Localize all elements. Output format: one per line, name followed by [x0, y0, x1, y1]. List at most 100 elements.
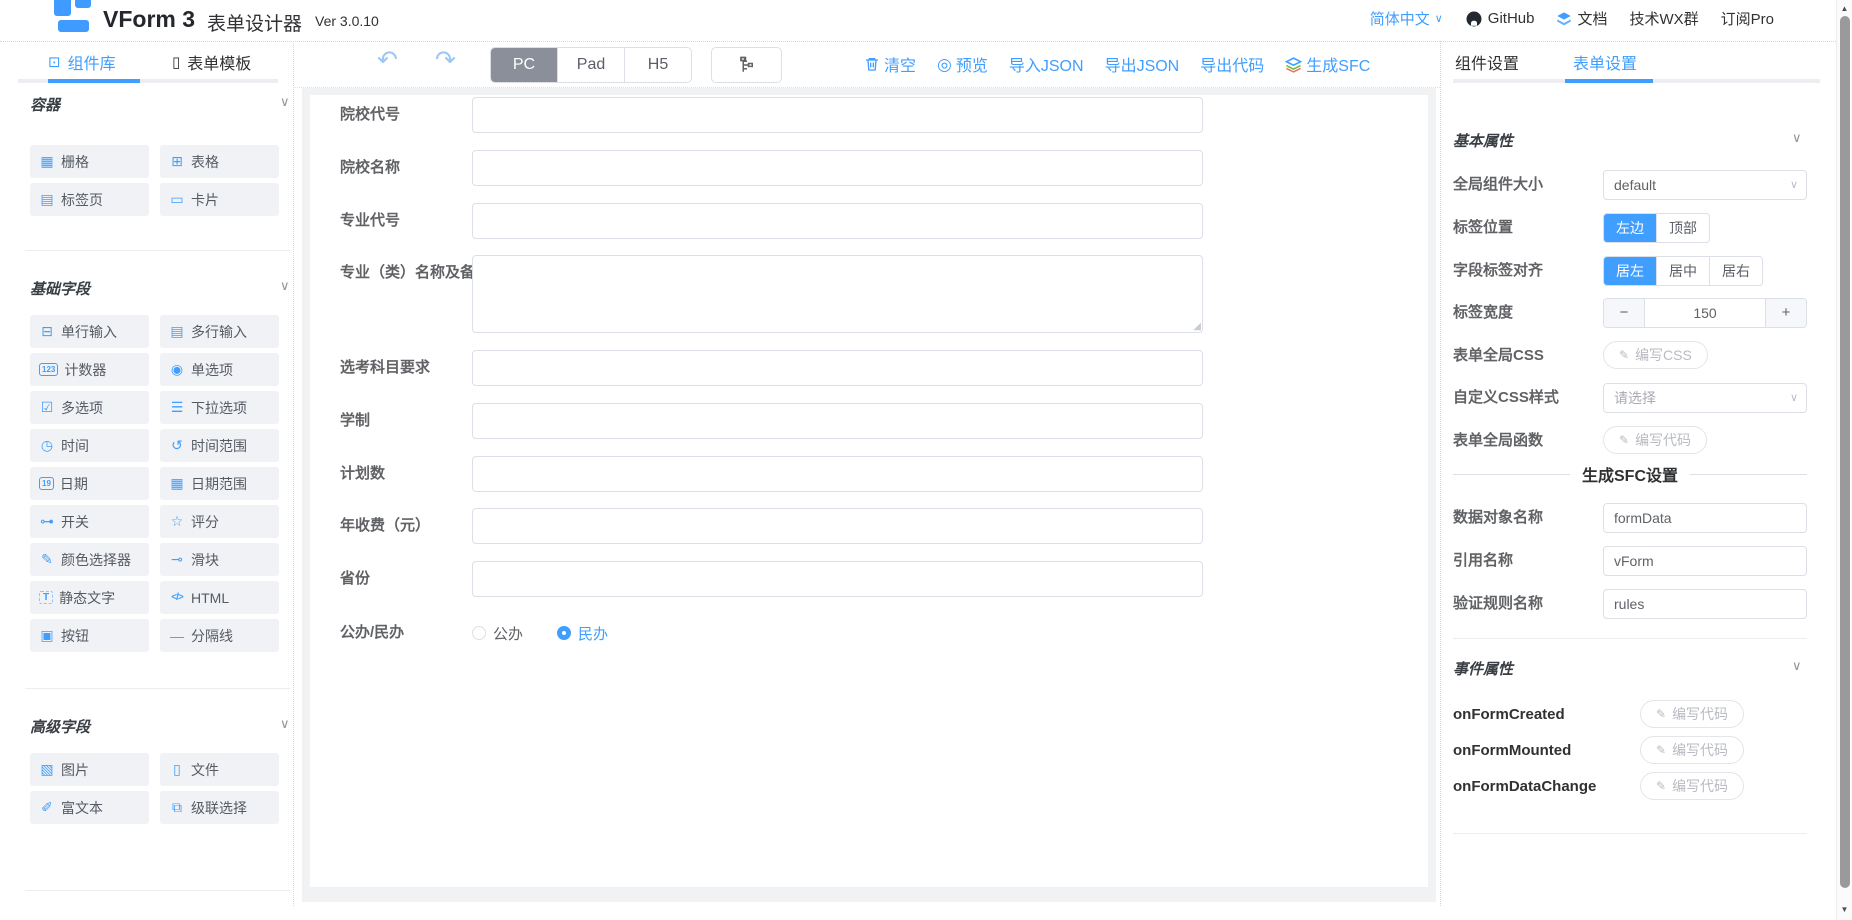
- stepper-value[interactable]: 150: [1645, 299, 1765, 327]
- field-input-province[interactable]: [472, 561, 1203, 597]
- scroll-down-icon[interactable]: ▼: [1837, 905, 1852, 914]
- tab-widget-settings[interactable]: 组件设置: [1455, 50, 1519, 74]
- clear-button[interactable]: 清空: [864, 52, 916, 76]
- widget-time[interactable]: ◷时间: [30, 429, 149, 462]
- align-center-button[interactable]: 居中: [1656, 257, 1709, 285]
- widget-rich-editor[interactable]: ✐富文本: [30, 791, 149, 824]
- radio-option-private[interactable]: 民办: [557, 623, 608, 644]
- widget-static-text[interactable]: T静态文字: [30, 581, 149, 614]
- chevron-down-icon[interactable]: ∨: [280, 94, 290, 110]
- chevron-down-icon[interactable]: ∨: [1792, 658, 1802, 674]
- slider-icon: ⊸: [169, 551, 185, 568]
- preview-button[interactable]: ◎ 预览: [937, 52, 988, 76]
- export-json-button[interactable]: 导出JSON: [1105, 52, 1180, 76]
- page-scrollbar[interactable]: ▲ ▼: [1836, 0, 1852, 920]
- language-select[interactable]: 简体中文 ∨: [1370, 8, 1443, 29]
- rules-name-input[interactable]: rules: [1603, 589, 1807, 619]
- toolbar-actions: 清空 ◎ 预览 导入JSON 导出JSON 导出代码 生成SFC: [864, 52, 1370, 76]
- edit-css-button[interactable]: ✎ 编写CSS: [1603, 341, 1708, 369]
- widget-slider[interactable]: ⊸滑块: [160, 543, 279, 576]
- chevron-down-icon[interactable]: ∨: [280, 278, 290, 294]
- global-size-select[interactable]: default ∨: [1603, 170, 1807, 200]
- sfc-settings-divider: 生成SFC设置: [1453, 462, 1807, 486]
- widget-cascader[interactable]: ⧉级联选择: [160, 791, 279, 824]
- radio-option-public[interactable]: 公办: [472, 623, 523, 644]
- prop-label: 引用名称: [1453, 546, 1513, 576]
- subscribe-pro-link[interactable]: 订阅Pro: [1721, 8, 1774, 29]
- chevron-down-icon[interactable]: ∨: [1792, 130, 1802, 146]
- align-left-button[interactable]: 居左: [1604, 257, 1656, 285]
- redo-icon[interactable]: ↷: [435, 48, 456, 73]
- device-pc-button[interactable]: PC: [491, 48, 557, 82]
- widget-date-range[interactable]: ▦日期范围: [160, 467, 279, 500]
- widget-color-picker[interactable]: ✎颜色选择器: [30, 543, 149, 576]
- label-position-top[interactable]: 顶部: [1656, 214, 1709, 242]
- data-object-name-input[interactable]: formData: [1603, 503, 1807, 533]
- import-json-button[interactable]: 导入JSON: [1009, 52, 1084, 76]
- field-label: 专业（类）名称及备注: [340, 255, 470, 291]
- wx-group-link[interactable]: 技术WX群: [1629, 8, 1698, 29]
- widget-table[interactable]: ⊞表格: [160, 145, 279, 178]
- widget-radio[interactable]: ◉单选项: [160, 353, 279, 386]
- widget-picture-upload[interactable]: ▧图片: [30, 753, 149, 786]
- trash-icon: [864, 56, 880, 72]
- stepper-decrease-button[interactable]: −: [1604, 299, 1645, 327]
- docs-link[interactable]: 文档: [1556, 8, 1607, 29]
- static-text-icon: T: [39, 591, 53, 604]
- widget-file-upload[interactable]: ▯文件: [160, 753, 279, 786]
- field-input-subject-requirement[interactable]: [472, 350, 1203, 386]
- widget-number[interactable]: 123计数器: [30, 353, 149, 386]
- ref-name-input[interactable]: vForm: [1603, 546, 1807, 576]
- node-tree-button[interactable]: [711, 47, 782, 83]
- widget-checkbox[interactable]: ☑多选项: [30, 391, 149, 424]
- app-title: VForm 3: [103, 6, 195, 33]
- tab-widget-library[interactable]: ⊡ 组件库: [48, 50, 116, 74]
- edit-onformcreated-button[interactable]: ✎ 编写代码: [1640, 700, 1744, 728]
- widget-html[interactable]: </>HTML: [160, 581, 279, 614]
- generate-sfc-button[interactable]: 生成SFC: [1285, 52, 1370, 76]
- custom-css-select[interactable]: 请选择 ∨: [1603, 383, 1807, 413]
- chevron-down-icon[interactable]: ∨: [280, 716, 290, 732]
- edit-onformdatachange-button[interactable]: ✎ 编写代码: [1640, 772, 1744, 800]
- undo-icon[interactable]: ↶: [377, 48, 398, 73]
- align-right-button[interactable]: 居右: [1709, 257, 1762, 285]
- widget-rate[interactable]: ☆评分: [160, 505, 279, 538]
- widget-card[interactable]: ▭卡片: [160, 183, 279, 216]
- widget-tabs[interactable]: ▤标签页: [30, 183, 149, 216]
- widget-date[interactable]: 19日期: [30, 467, 149, 500]
- field-textarea-major-name[interactable]: ◢: [472, 255, 1203, 333]
- label-position-left[interactable]: 左边: [1604, 214, 1656, 242]
- widget-switch[interactable]: ⊶开关: [30, 505, 149, 538]
- github-link[interactable]: GitHub: [1465, 10, 1535, 28]
- field-input-annual-fee[interactable]: [472, 508, 1203, 544]
- scrollbar-thumb[interactable]: [1840, 16, 1850, 888]
- field-label: 计划数: [340, 456, 470, 492]
- field-input-plan-count[interactable]: [472, 456, 1203, 492]
- widget-divider[interactable]: —分隔线: [160, 619, 279, 652]
- field-input-college-code[interactable]: [472, 97, 1203, 133]
- field-input-major-code[interactable]: [472, 203, 1203, 239]
- clock-icon: ◷: [39, 437, 55, 454]
- scroll-up-icon[interactable]: ▲: [1837, 4, 1852, 13]
- radio-circle-icon: [472, 626, 486, 640]
- export-code-button[interactable]: 导出代码: [1200, 52, 1264, 76]
- field-input-study-length[interactable]: [472, 403, 1203, 439]
- stepper-increase-button[interactable]: +: [1765, 299, 1806, 327]
- tab-form-settings[interactable]: 表单设置: [1573, 50, 1637, 74]
- widget-time-range[interactable]: ↺时间范围: [160, 429, 279, 462]
- widget-grid[interactable]: ▦栅格: [30, 145, 149, 178]
- field-input-college-name[interactable]: [472, 150, 1203, 186]
- widget-button[interactable]: ▣按钮: [30, 619, 149, 652]
- edit-icon: ✎: [1656, 707, 1666, 721]
- widget-textarea[interactable]: ▤多行输入: [160, 315, 279, 348]
- device-pad-button[interactable]: Pad: [557, 48, 624, 82]
- widget-input[interactable]: ⊟单行输入: [30, 315, 149, 348]
- widget-select[interactable]: ☰下拉选项: [160, 391, 279, 424]
- tab-form-template[interactable]: ▯ 表单模板: [172, 50, 251, 74]
- edit-onformmounted-button[interactable]: ✎ 编写代码: [1640, 736, 1744, 764]
- resize-grip-icon[interactable]: ◢: [1193, 322, 1201, 332]
- device-h5-button[interactable]: H5: [624, 48, 691, 82]
- edit-functions-button[interactable]: ✎ 编写代码: [1603, 426, 1707, 454]
- chevron-down-icon: ∨: [1790, 384, 1798, 412]
- field-label: 省份: [340, 561, 470, 597]
